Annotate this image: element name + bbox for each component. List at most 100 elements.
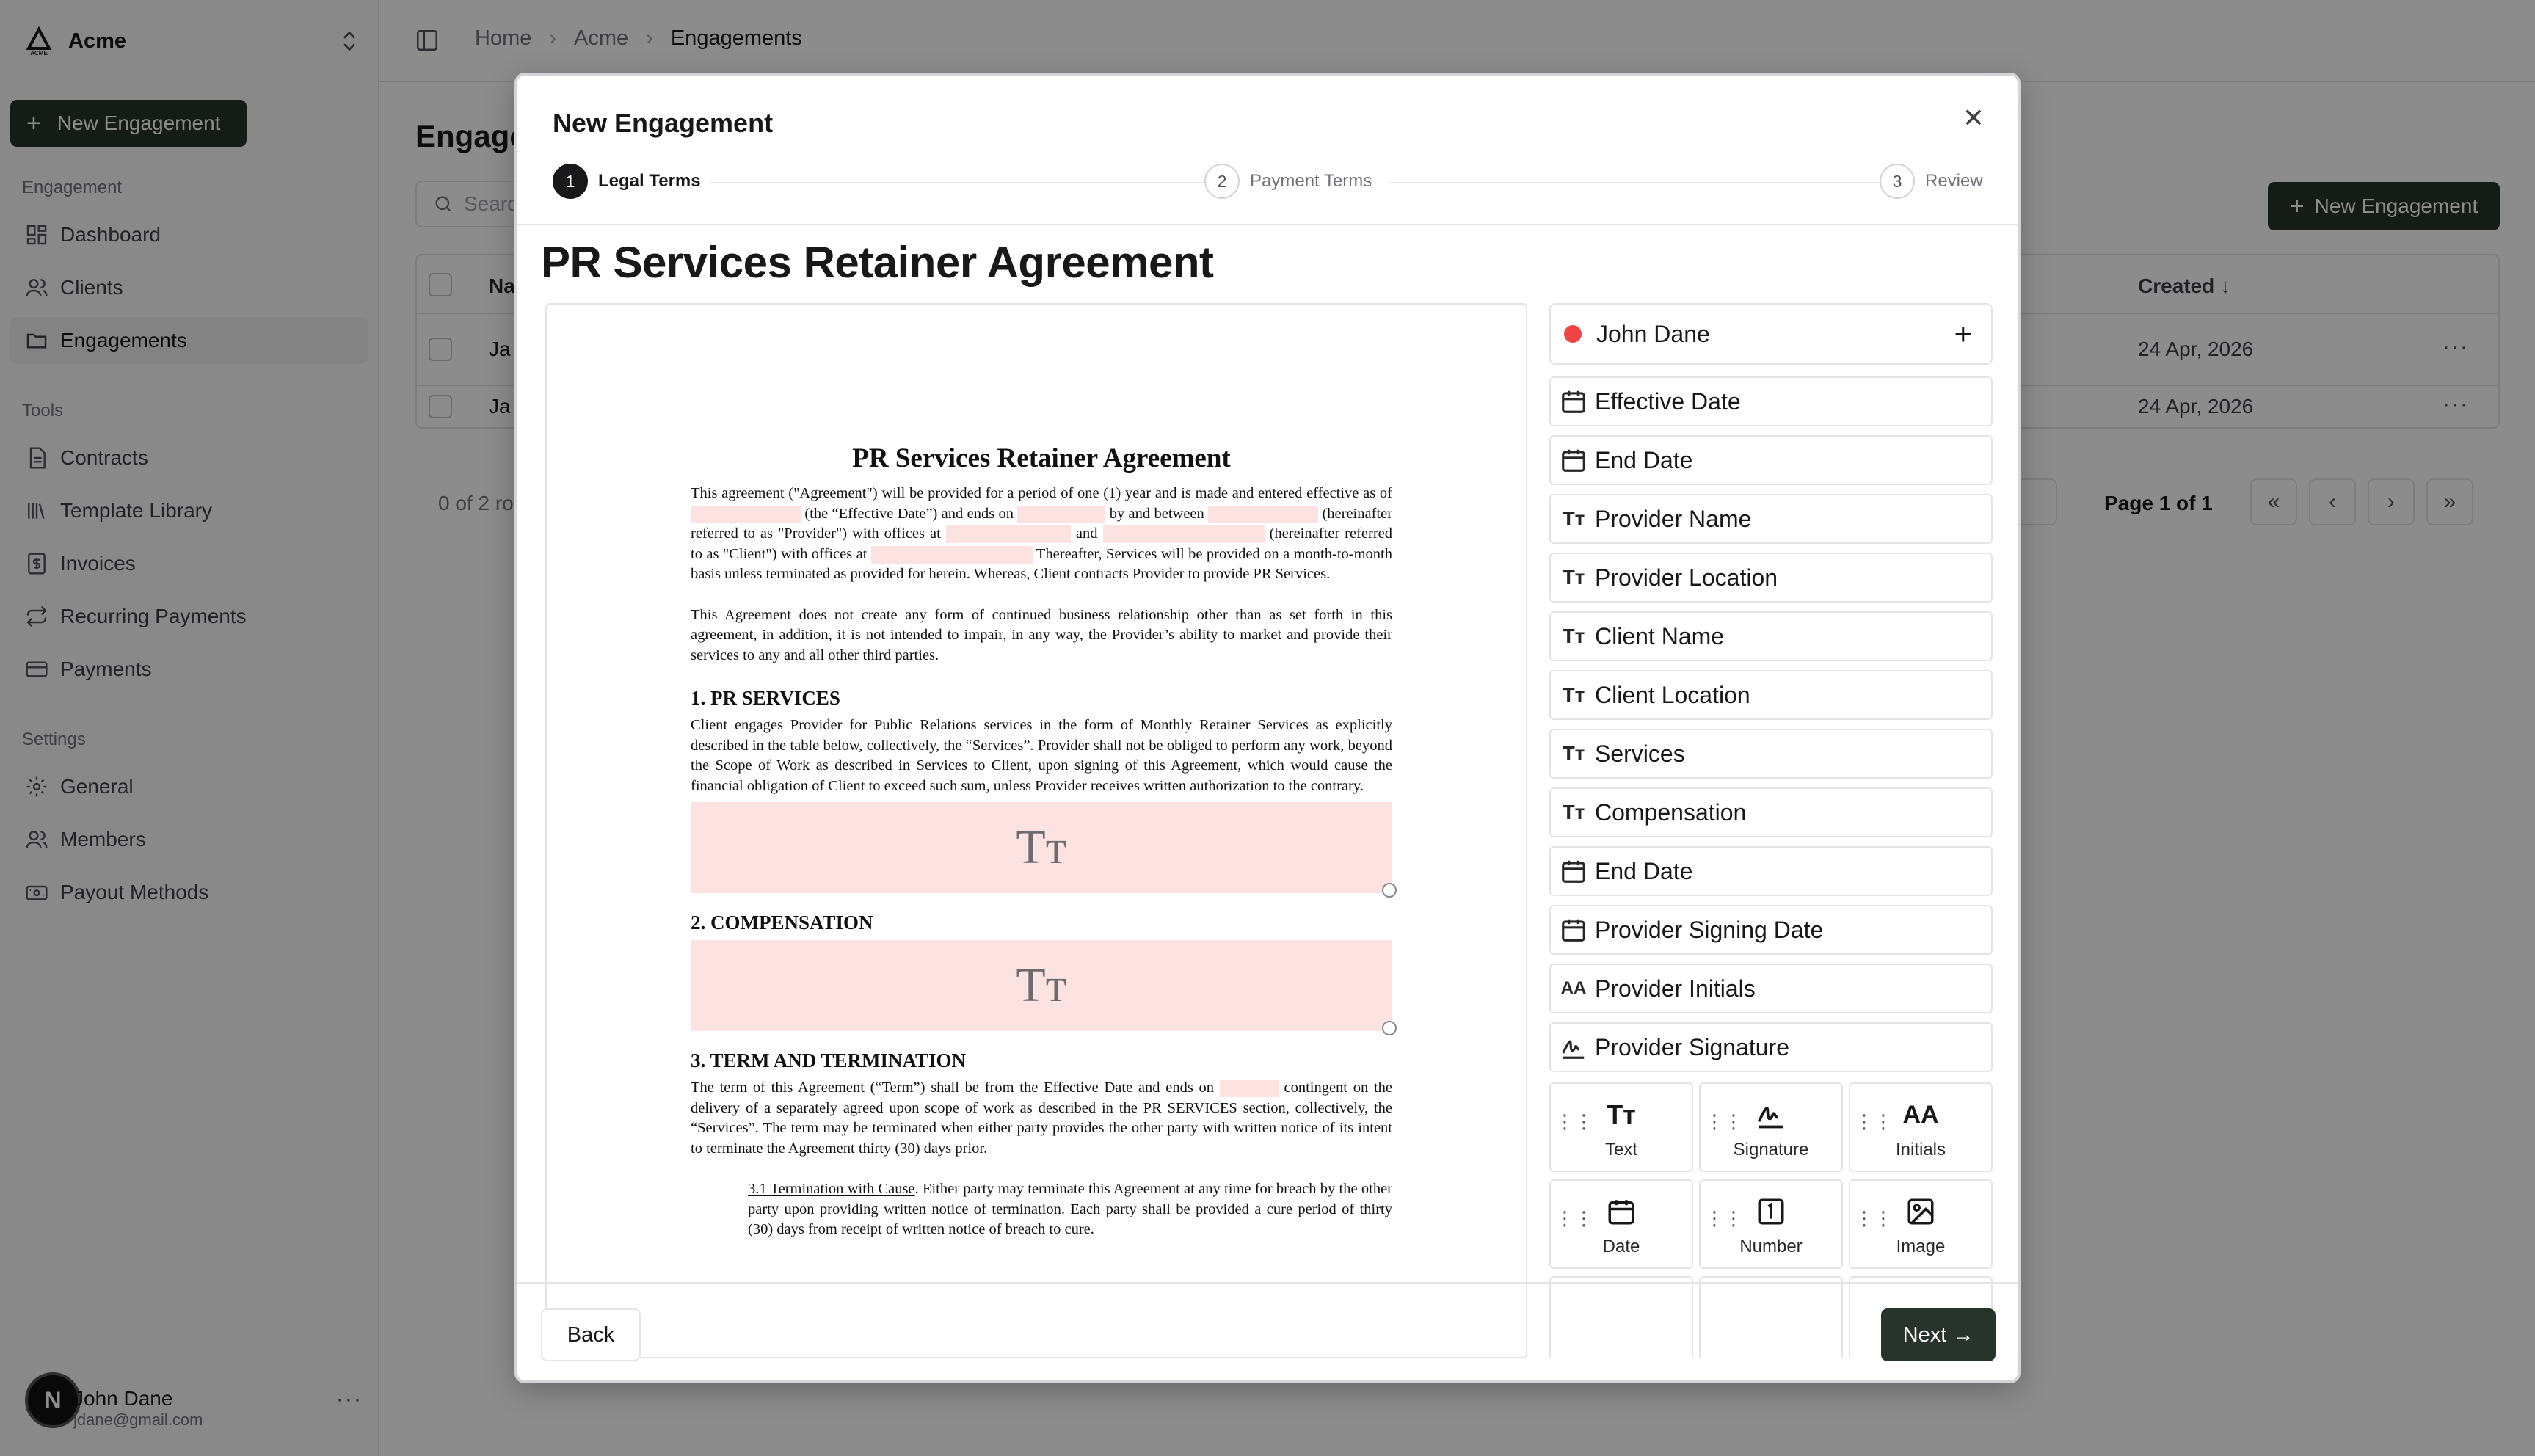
step-label: Payment Terms	[1250, 171, 1372, 191]
step-number: 1	[553, 164, 588, 199]
text-icon: Tт	[1607, 1099, 1636, 1129]
field-label: Provider Initials	[1595, 975, 1756, 1002]
signature-icon	[1562, 1040, 1585, 1059]
tile-label: Text	[1604, 1140, 1637, 1160]
tile-signature[interactable]: ⋮⋮ Signature	[1699, 1082, 1843, 1172]
document-heading: PR Services Retainer Agreement	[852, 443, 1231, 473]
document-paragraph: 3.1 Termination with Cause. Either party…	[748, 1181, 1392, 1237]
tile-number[interactable]: ⋮⋮ Number	[1699, 1179, 1843, 1269]
field-provider-name[interactable]: Tт Provider Name	[1549, 494, 1993, 544]
stepper: 1 Legal Terms 2 Payment Terms 3 Review	[553, 164, 1988, 202]
field-compensation[interactable]: Tт Compensation	[1549, 787, 1993, 837]
document-preview[interactable]: PR Services Retainer Agreement This agre…	[545, 303, 1527, 1358]
document-page: PR Services Retainer Agreement This agre…	[691, 443, 1397, 1261]
step-review[interactable]: 3 Review	[1880, 164, 1983, 199]
field-end-date-2[interactable]: End Date	[1549, 846, 1993, 896]
dialog-title: New Engagement	[553, 108, 774, 138]
term-end-date-field[interactable]	[1219, 1080, 1279, 1098]
tile-label: Initials	[1895, 1140, 1946, 1160]
compensation-field[interactable]: Tт	[691, 940, 1397, 1035]
field-provider-location[interactable]: Tт Provider Location	[1549, 553, 1993, 603]
text-icon: Tт	[1562, 566, 1585, 589]
field-label: Client Name	[1595, 622, 1725, 649]
back-button[interactable]: Back	[541, 1308, 641, 1361]
provider-location-field[interactable]	[945, 525, 1071, 544]
tile-label: Number	[1739, 1237, 1803, 1256]
resize-handle[interactable]	[1382, 1021, 1397, 1035]
tile-more[interactable]	[1699, 1276, 1843, 1358]
initials-icon: AA	[1560, 978, 1587, 998]
text-run: The term of this Agreement (“Term”) shal…	[691, 1080, 1215, 1096]
field-effective-date[interactable]: Effective Date	[1549, 376, 1993, 426]
provider-name-field[interactable]	[1208, 505, 1319, 523]
text-icon: Tт	[1562, 625, 1585, 647]
text-run: (the “Effective Date”) and ends on	[804, 505, 1014, 522]
section-heading: 2. COMPENSATION	[691, 911, 873, 933]
step-label: Review	[1925, 171, 1983, 191]
tile-image[interactable]: ⋮⋮ Image	[1849, 1179, 1993, 1269]
text-icon: Tт	[1016, 958, 1067, 1013]
tile-initials[interactable]: ⋮⋮ AA Initials	[1849, 1082, 1993, 1172]
number-icon	[1701, 1194, 1841, 1229]
signer-name: John Dane	[1596, 320, 1710, 347]
field-label: Compensation	[1595, 798, 1747, 826]
step-connector	[710, 182, 1210, 183]
field-label: Effective Date	[1595, 387, 1741, 415]
field-provider-initials[interactable]: AA Provider Initials	[1549, 964, 1993, 1013]
field-client-location[interactable]: Tт Client Location	[1549, 670, 1993, 720]
section-heading: 1. PR SERVICES	[691, 687, 840, 709]
text-icon: Tт	[1562, 742, 1585, 765]
text-run: This agreement ("Agreement") will be pro…	[691, 485, 1392, 501]
calendar-icon	[1562, 860, 1585, 883]
divider	[517, 1282, 2018, 1284]
signature-icon	[1701, 1097, 1841, 1132]
signer-select[interactable]: John Dane +	[1549, 303, 1993, 365]
text-icon: Tт	[1562, 507, 1585, 530]
document-paragraph: This agreement ("Agreement") will be pro…	[691, 484, 1392, 585]
tile-label: Signature	[1733, 1140, 1809, 1160]
divider	[517, 224, 2018, 225]
client-location-field[interactable]	[870, 545, 1033, 564]
document-paragraph: The term of this Agreement (“Term”) shal…	[691, 1078, 1392, 1159]
text-icon: Tт	[1016, 820, 1067, 875]
document-paragraph: This Agreement does not create any form …	[691, 606, 1392, 663]
services-field[interactable]: Tт	[691, 802, 1397, 898]
effective-date-field[interactable]	[691, 505, 801, 523]
field-provider-signature[interactable]: Provider Signature	[1549, 1022, 1993, 1072]
field-provider-signing-date[interactable]: Provider Signing Date	[1549, 905, 1993, 955]
tile-label: Date	[1602, 1237, 1640, 1256]
document-paragraph: Client engages Provider for Public Relat…	[691, 717, 1392, 794]
tile-more[interactable]	[1549, 1276, 1693, 1358]
field-end-date[interactable]: End Date	[1549, 435, 1993, 485]
calendar-icon	[1562, 390, 1585, 413]
fields-panel: John Dane + Effective Date End Date Tт P…	[1549, 303, 1994, 1358]
document-title: PR Services Retainer Agreement	[541, 238, 1214, 287]
field-client-name[interactable]: Tт Client Name	[1549, 611, 1993, 661]
signer-color-dot	[1564, 325, 1582, 343]
close-icon[interactable]: ✕	[1957, 102, 1990, 134]
plus-icon[interactable]: +	[1954, 316, 1972, 352]
end-date-field[interactable]	[1017, 505, 1106, 523]
resize-handle[interactable]	[1382, 883, 1397, 898]
field-label: Provider Name	[1595, 505, 1752, 532]
step-number: 3	[1880, 164, 1915, 199]
tile-date[interactable]: ⋮⋮ Date	[1549, 1179, 1693, 1269]
step-label: Legal Terms	[598, 171, 701, 191]
next-button[interactable]: Next →	[1881, 1308, 1996, 1361]
client-name-field[interactable]	[1102, 525, 1265, 544]
field-label: Services	[1595, 740, 1685, 767]
step-payment-terms[interactable]: 2 Payment Terms	[1204, 164, 1372, 199]
subsection-title: 3.1 Termination with Cause	[748, 1181, 915, 1197]
text-run: by and between	[1109, 505, 1204, 522]
calendar-icon	[1562, 919, 1585, 942]
text-run: and	[1075, 525, 1098, 542]
step-legal-terms[interactable]: 1 Legal Terms	[553, 164, 701, 199]
new-engagement-dialog: New Engagement ✕ 1 Legal Terms 2 Payment…	[514, 73, 2021, 1383]
field-label: Provider Location	[1595, 564, 1778, 591]
field-label: End Date	[1595, 857, 1693, 884]
field-services[interactable]: Tт Services	[1549, 729, 1993, 779]
field-label: Provider Signature	[1595, 1033, 1790, 1060]
field-label: Provider Signing Date	[1595, 916, 1824, 943]
calendar-icon	[1551, 1194, 1692, 1229]
tile-text[interactable]: ⋮⋮ Tт Text	[1549, 1082, 1693, 1172]
